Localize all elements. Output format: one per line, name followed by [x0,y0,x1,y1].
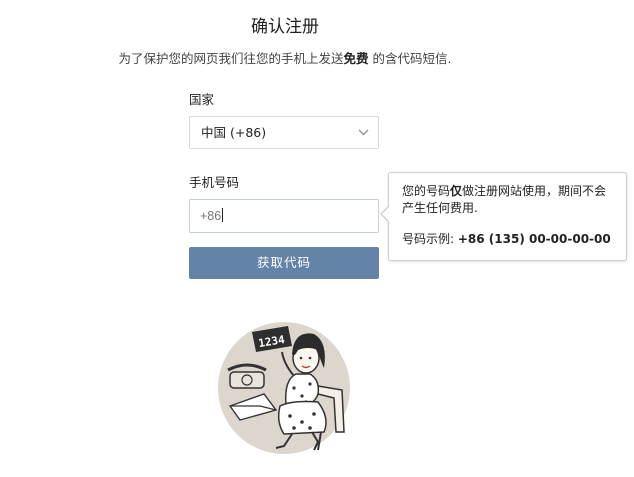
tooltip-arrow-fill [382,206,390,222]
chevron-down-icon [358,129,369,136]
woman-with-phone-illustration: 1234 [218,322,350,454]
text-caret [222,208,224,222]
country-select-value: 中国 (+86) [201,125,267,140]
tooltip-usage-note: 您的号码仅做注册网站使用，期间不会产生任何费用. [402,183,616,217]
country-select[interactable]: 中国 (+86) [189,116,379,149]
subtitle-text-after: 的含代码短信. [368,51,452,66]
get-code-button[interactable]: 获取代码 [189,247,379,279]
confirm-registration-page: 确认注册 为了保护您的网页我们往您的手机上发送免费 的含代码短信. 国家 中国 … [0,0,634,477]
phone-hint-tooltip: 您的号码仅做注册网站使用，期间不会产生任何费用. 号码示例: +86 (135)… [380,172,627,261]
tooltip-example-number: +86 (135) 00-00-00-00 [457,232,611,246]
subtitle-text-before: 为了保护您的网页我们往您的手机上发送 [118,51,344,66]
page-subtitle: 为了保护您的网页我们往您的手机上发送免费 的含代码短信. [0,48,570,67]
tooltip-example: 号码示例: +86 (135) 00-00-00-00 [402,231,616,248]
phone-input[interactable]: +86 [189,199,379,233]
subtitle-free-emphasis: 免费 [343,51,369,66]
country-label: 国家 [189,92,215,107]
phone-input-value: +86 [200,209,222,223]
tooltip-note-bold: 仅 [450,184,463,198]
phone-label: 手机号码 [189,175,240,190]
page-title: 确认注册 [251,17,319,37]
tooltip-note-before: 您的号码 [402,184,451,198]
tooltip-example-label: 号码示例: [402,232,458,246]
